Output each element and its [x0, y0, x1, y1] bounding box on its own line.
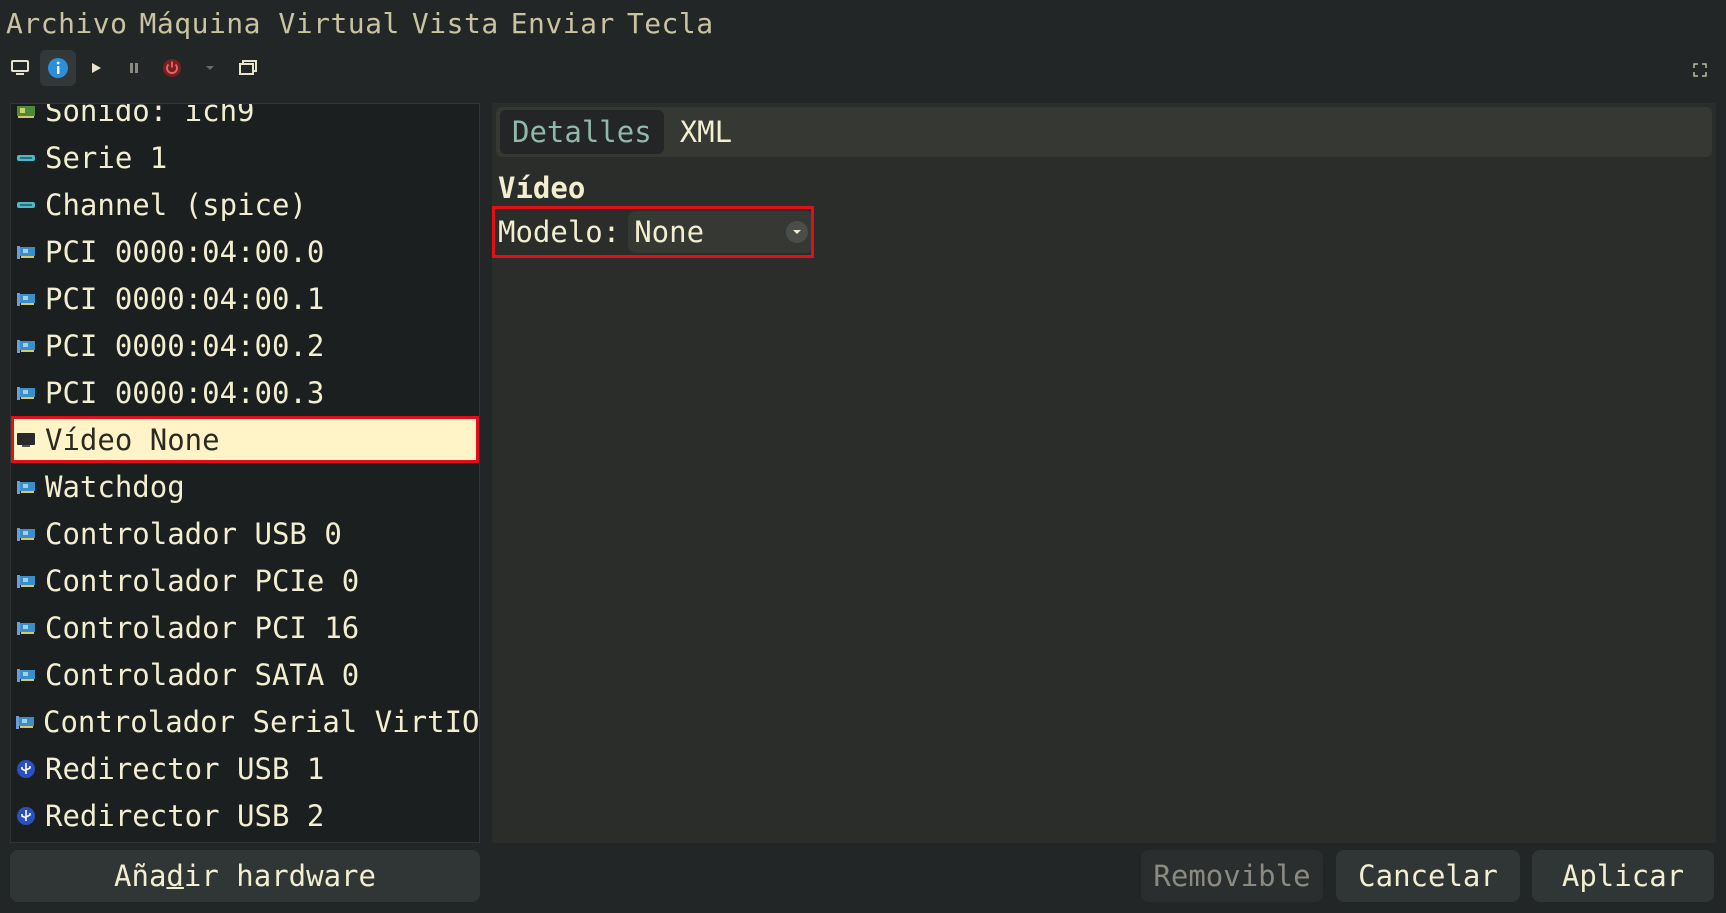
- hardware-list-items: Sonido: ich9 Serie 1 Channel (spice) PCI 00…: [11, 103, 479, 839]
- run-button[interactable]: [78, 50, 114, 86]
- hardware-item[interactable]: Watchdog: [11, 463, 479, 510]
- apply-label: Aplicar: [1561, 859, 1685, 893]
- hardware-item[interactable]: Controlador PCIe 0: [11, 557, 479, 604]
- tab-detalles-label: Detalles: [512, 115, 652, 149]
- chevron-down-icon: [786, 221, 808, 243]
- details-tabs: Detalles XML: [496, 107, 1712, 157]
- pause-button[interactable]: [116, 50, 152, 86]
- info-icon: [48, 58, 68, 78]
- usb-icon: [15, 759, 37, 778]
- channel-icon: [15, 196, 37, 214]
- fullscreen-button[interactable]: [1682, 52, 1718, 88]
- pci-icon: [15, 525, 37, 543]
- details-panel: Detalles XML Vídeo Modelo: None: [492, 103, 1716, 843]
- model-select[interactable]: None: [628, 211, 814, 253]
- sound-card-icon: [15, 104, 37, 120]
- apply-button[interactable]: Aplicar: [1532, 850, 1714, 902]
- hardware-item-label: Controlador Serial VirtIO 0: [43, 704, 480, 739]
- hardware-item[interactable]: Channel (spice): [11, 181, 479, 228]
- power-icon: [163, 59, 181, 77]
- hardware-list: Sonido: ich9 Serie 1 Channel (spice) PCI 00…: [10, 103, 480, 843]
- hardware-item[interactable]: Controlador USB 0: [11, 510, 479, 557]
- tab-xml-label: XML: [679, 115, 733, 149]
- hardware-item[interactable]: PCI 0000:04:00.1: [11, 275, 479, 322]
- shutdown-button[interactable]: [154, 50, 190, 86]
- hardware-item[interactable]: Redirector USB 2: [11, 792, 479, 839]
- pause-icon: [130, 63, 138, 73]
- console-icon: [11, 60, 29, 75]
- pci-icon: [15, 713, 35, 731]
- hardware-item[interactable]: Controlador PCI 16: [11, 604, 479, 651]
- hardware-item[interactable]: PCI 0000:04:00.2: [11, 322, 479, 369]
- hardware-item[interactable]: Controlador SATA 0: [11, 651, 479, 698]
- pci-icon: [15, 290, 37, 308]
- hardware-item[interactable]: Controlador Serial VirtIO 0: [11, 698, 479, 745]
- cancel-label: Cancelar: [1358, 859, 1498, 893]
- model-label: Modelo:: [498, 215, 621, 249]
- snapshot-icon: [239, 60, 257, 75]
- hardware-item[interactable]: Redirector USB 1: [11, 745, 479, 792]
- pci-icon: [15, 572, 37, 590]
- pci-icon: [15, 478, 37, 496]
- tab-detalles[interactable]: Detalles: [500, 110, 664, 154]
- details-button[interactable]: [40, 50, 76, 86]
- pci-icon: [15, 243, 37, 261]
- pci-icon: [15, 666, 37, 684]
- toolbar: [0, 46, 1726, 90]
- model-row: Modelo: None: [492, 206, 814, 258]
- hardware-item-label: PCI 0000:04:00.3: [45, 375, 325, 410]
- fullscreen-icon: [1693, 63, 1707, 77]
- hardware-item-label: PCI 0000:04:00.2: [45, 328, 325, 363]
- add-hardware-button[interactable]: Añadir hardware: [10, 850, 480, 902]
- section-title: Vídeo: [498, 171, 586, 205]
- hardware-item[interactable]: PCI 0000:04:00.0: [11, 228, 479, 275]
- menu-enviar[interactable]: Enviar: [505, 7, 621, 40]
- hardware-item-label: Redirector USB 1: [45, 751, 325, 786]
- shutdown-menu-button[interactable]: [192, 50, 228, 86]
- hardware-item-label: Serie 1: [45, 140, 168, 175]
- menu-maquina-virtual[interactable]: Máquina Virtual: [134, 7, 406, 40]
- hardware-item-label: PCI 0000:04:00.0: [45, 234, 325, 269]
- remove-button[interactable]: Removible: [1141, 850, 1323, 902]
- hardware-item-label: Controlador USB 0: [45, 516, 342, 551]
- menubar: Archivo Máquina Virtual Vista Enviar Tec…: [0, 0, 1726, 46]
- play-icon: [92, 63, 101, 73]
- hardware-item-label: Controlador SATA 0: [45, 657, 360, 692]
- serial-icon: [15, 149, 37, 167]
- menu-archivo[interactable]: Archivo: [0, 7, 134, 40]
- usb-icon: [15, 806, 37, 825]
- model-value: None: [634, 215, 705, 249]
- hardware-item[interactable]: Serie 1: [11, 134, 479, 181]
- hardware-item-label: Controlador PCIe 0: [45, 563, 360, 598]
- hardware-item-label: Vídeo None: [45, 422, 220, 457]
- add-hardware-label: Añadir hardware: [114, 859, 376, 893]
- hardware-item[interactable]: PCI 0000:04:00.3: [11, 369, 479, 416]
- hardware-item[interactable]: Sonido: ich9: [11, 103, 479, 134]
- pci-icon: [15, 619, 37, 637]
- hardware-item-label: Sonido: ich9: [45, 103, 255, 128]
- snapshots-button[interactable]: [230, 50, 266, 86]
- dropdown-arrow-icon: [206, 66, 214, 70]
- remove-label: Removible: [1153, 859, 1311, 893]
- cancel-button[interactable]: Cancelar: [1336, 850, 1520, 902]
- tab-xml[interactable]: XML: [668, 110, 744, 154]
- menu-tecla[interactable]: Tecla: [621, 7, 720, 40]
- hardware-item[interactable]: Vídeo None: [11, 416, 479, 463]
- menu-vista[interactable]: Vista: [406, 7, 505, 40]
- monitor-icon: [15, 431, 37, 449]
- hardware-item-label: Watchdog: [45, 469, 185, 504]
- hardware-item-label: Channel (spice): [45, 187, 307, 222]
- hardware-item-label: Redirector USB 2: [45, 798, 325, 833]
- hardware-item-label: PCI 0000:04:00.1: [45, 281, 325, 316]
- pci-icon: [15, 384, 37, 402]
- console-button[interactable]: [2, 50, 38, 86]
- hardware-item-label: Controlador PCI 16: [45, 610, 360, 645]
- pci-icon: [15, 337, 37, 355]
